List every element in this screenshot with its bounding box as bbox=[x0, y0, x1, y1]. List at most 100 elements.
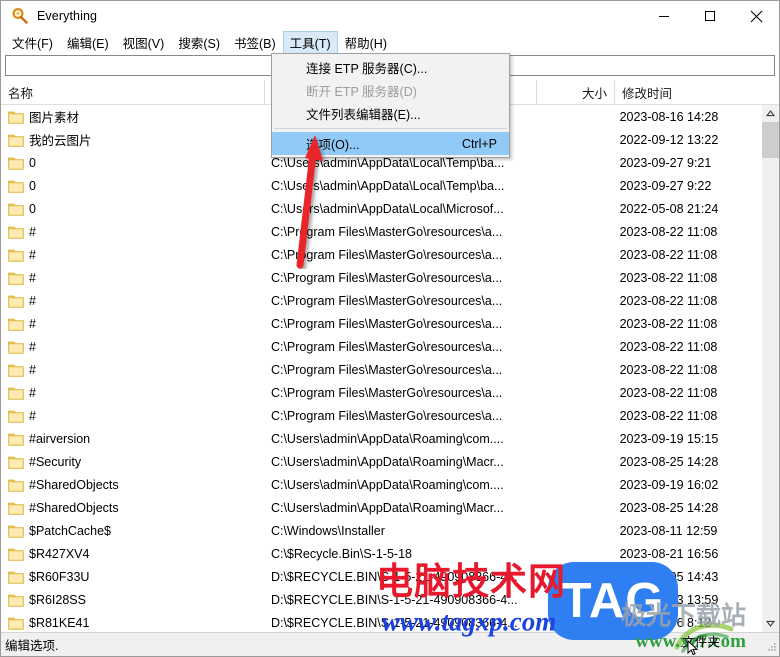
menu-item-connect-etp-server[interactable]: 连接 ETP 服务器(C)... bbox=[272, 56, 509, 79]
table-row[interactable]: # C:\Program Files\MasterGo\resources\a..… bbox=[1, 335, 761, 358]
cell-date: 2023-08-21 16:56 bbox=[619, 546, 719, 561]
file-name-text: # bbox=[29, 316, 36, 331]
cell-path: C:\Program Files\MasterGo\resources\a... bbox=[270, 385, 503, 400]
column-header-name[interactable]: 名称 bbox=[1, 80, 265, 104]
folder-icon bbox=[8, 317, 24, 331]
table-row[interactable]: #SharedObjects C:\Users\admin\AppData\Roa… bbox=[1, 496, 761, 519]
table-row[interactable]: $R427XV4 C:\$Recycle.Bin\S-1-5-18 2023-08-… bbox=[1, 542, 761, 565]
table-row[interactable]: #airversion C:\Users\admin\AppData\Roamin… bbox=[1, 427, 761, 450]
scrollbar-thumb[interactable] bbox=[762, 122, 779, 158]
cell-date: 2023-08-22 11:08 bbox=[619, 224, 718, 239]
menu-tools[interactable]: 工具(T) bbox=[282, 31, 338, 53]
cell-path: D:\$RECYCLE.BIN\S-1-5-21-490908366-4... bbox=[270, 592, 518, 607]
file-name-text: 0 bbox=[29, 201, 36, 216]
menu-help[interactable]: 帮助(H) bbox=[338, 31, 394, 53]
file-name-text: $R427XV4 bbox=[29, 546, 90, 561]
table-row[interactable]: # C:\Program Files\MasterGo\resources\a..… bbox=[1, 220, 761, 243]
folder-icon bbox=[8, 271, 24, 285]
file-name-text: $R81KE41 bbox=[29, 615, 90, 630]
file-name-text: # bbox=[29, 408, 36, 423]
table-row[interactable]: # C:\Program Files\MasterGo\resources\a..… bbox=[1, 381, 761, 404]
table-row[interactable]: $PatchCache$ C:\Windows\Installer 2023-08-… bbox=[1, 519, 761, 542]
menu-bookmarks[interactable]: 书签(B) bbox=[227, 31, 283, 53]
cell-name: $R427XV4 bbox=[1, 547, 264, 561]
folder-icon bbox=[8, 294, 24, 308]
maximize-button[interactable] bbox=[687, 1, 733, 31]
folder-icon bbox=[8, 524, 24, 538]
cell-date: 2023-09-05 14:43 bbox=[619, 569, 719, 584]
cell-path: D:\$RECYCLE.BIN\S-1-5-21-490908366-4... bbox=[270, 615, 518, 630]
column-header-size[interactable]: 大小 bbox=[537, 80, 615, 104]
table-row[interactable]: #Security C:\Users\admin\AppData\Roaming\… bbox=[1, 450, 761, 473]
table-row[interactable]: $R6I28SS D:\$RECYCLE.BIN\S-1-5-21-4909083… bbox=[1, 588, 761, 611]
column-header-date[interactable]: 修改时间 bbox=[615, 80, 764, 104]
vertical-scrollbar[interactable] bbox=[761, 105, 779, 632]
folder-icon bbox=[8, 455, 24, 469]
file-name-text: # bbox=[29, 247, 36, 262]
cell-path: C:\Users\admin\AppData\Local\Temp\ba... bbox=[270, 178, 505, 193]
menu-item-label: 连接 ETP 服务器(C)... bbox=[306, 62, 428, 76]
table-row[interactable]: #SharedObjects C:\Users\admin\AppData\Roa… bbox=[1, 473, 761, 496]
cell-date: 2023-08-25 14:28 bbox=[619, 500, 719, 515]
menu-search[interactable]: 搜索(S) bbox=[171, 31, 227, 53]
folder-icon bbox=[8, 432, 24, 446]
folder-icon bbox=[8, 616, 24, 630]
table-row[interactable]: # C:\Program Files\MasterGo\resources\a..… bbox=[1, 358, 761, 381]
table-row[interactable]: # C:\Program Files\MasterGo\resources\a..… bbox=[1, 312, 761, 335]
table-row[interactable]: $R81KE41 D:\$RECYCLE.BIN\S-1-5-21-4909083… bbox=[1, 611, 761, 632]
file-name-text: $R60F33U bbox=[29, 569, 90, 584]
folder-icon bbox=[8, 179, 24, 193]
cell-date: 2023-09-19 15:15 bbox=[619, 431, 719, 446]
menu-item-file-list-editor[interactable]: 文件列表编辑器(E)... bbox=[272, 102, 509, 125]
file-name-text: 我的云图片 bbox=[29, 134, 92, 148]
minimize-button[interactable] bbox=[641, 1, 687, 31]
file-name-text: #Security bbox=[29, 454, 82, 469]
table-row[interactable]: # C:\Program Files\MasterGo\resources\a..… bbox=[1, 289, 761, 312]
folder-icon bbox=[8, 363, 24, 377]
cell-date: 2023-08-22 11:08 bbox=[619, 385, 718, 400]
folder-icon bbox=[8, 202, 24, 216]
scrollbar-track[interactable] bbox=[762, 122, 779, 615]
scroll-down-icon[interactable] bbox=[762, 615, 779, 632]
cell-name: 图片素材 bbox=[1, 107, 264, 126]
file-name-text: # bbox=[29, 385, 36, 400]
cell-date: 2023-09-27 9:22 bbox=[619, 178, 712, 193]
table-row[interactable]: 0 C:\Users\admin\AppData\Local\Microsof..… bbox=[1, 197, 761, 220]
cell-path: C:\Program Files\MasterGo\resources\a... bbox=[270, 408, 503, 423]
menu-label: 文件(F) bbox=[12, 36, 53, 51]
resize-grip-icon[interactable] bbox=[765, 642, 777, 654]
folder-icon bbox=[8, 386, 24, 400]
table-row[interactable]: # C:\Program Files\MasterGo\resources\a..… bbox=[1, 266, 761, 289]
table-row[interactable]: # C:\Program Files\MasterGo\resources\a..… bbox=[1, 243, 761, 266]
results-list: 名称 路径 大小 修改时间 图片素材D:\...2023-08-16 14:28… bbox=[1, 79, 779, 632]
file-name-text: #SharedObjects bbox=[29, 477, 119, 492]
menu-label: 视图(V) bbox=[122, 36, 165, 51]
menu-view[interactable]: 视图(V) bbox=[116, 31, 172, 53]
folder-icon bbox=[8, 547, 24, 561]
cell-name: 0 bbox=[1, 179, 264, 193]
scroll-up-icon[interactable] bbox=[762, 105, 779, 122]
menu-file[interactable]: 文件(F) bbox=[5, 31, 60, 53]
cell-path: C:\Users\admin\AppData\Roaming\com.... bbox=[270, 431, 504, 446]
cell-date: 2023-09-06 8:12 bbox=[619, 615, 712, 630]
table-row[interactable]: # C:\Program Files\MasterGo\resources\a..… bbox=[1, 404, 761, 427]
cell-name: # bbox=[1, 317, 264, 331]
folder-icon bbox=[8, 570, 24, 584]
cell-name: # bbox=[1, 225, 264, 239]
menu-label: 工具(T) bbox=[289, 36, 331, 51]
cell-date: 2023-08-16 14:28 bbox=[619, 109, 719, 124]
cell-date: 2022-05-08 21:24 bbox=[619, 201, 719, 216]
menu-item-options[interactable]: 选项(O)... Ctrl+P bbox=[272, 132, 509, 155]
table-row[interactable]: $R60F33U D:\$RECYCLE.BIN\S-1-5-21-4909083… bbox=[1, 565, 761, 588]
table-row[interactable]: 0 C:\Users\admin\AppData\Local\Temp\ba...… bbox=[1, 174, 761, 197]
cell-name: #SharedObjects bbox=[1, 478, 264, 492]
cell-path: C:\Program Files\MasterGo\resources\a... bbox=[270, 270, 503, 285]
cell-name: 0 bbox=[1, 156, 264, 170]
status-bar: 编辑选项. bbox=[1, 632, 779, 656]
everything-window: Everything 文件(F) 编辑(E) 视图(V) 搜索(S) 书签(B) 工具(T… bbox=[0, 0, 780, 657]
close-button[interactable] bbox=[733, 1, 779, 31]
folder-icon bbox=[8, 133, 24, 147]
menu-edit[interactable]: 编辑(E) bbox=[60, 31, 116, 53]
folder-icon bbox=[8, 225, 24, 239]
cell-path: C:\Program Files\MasterGo\resources\a... bbox=[270, 316, 503, 331]
